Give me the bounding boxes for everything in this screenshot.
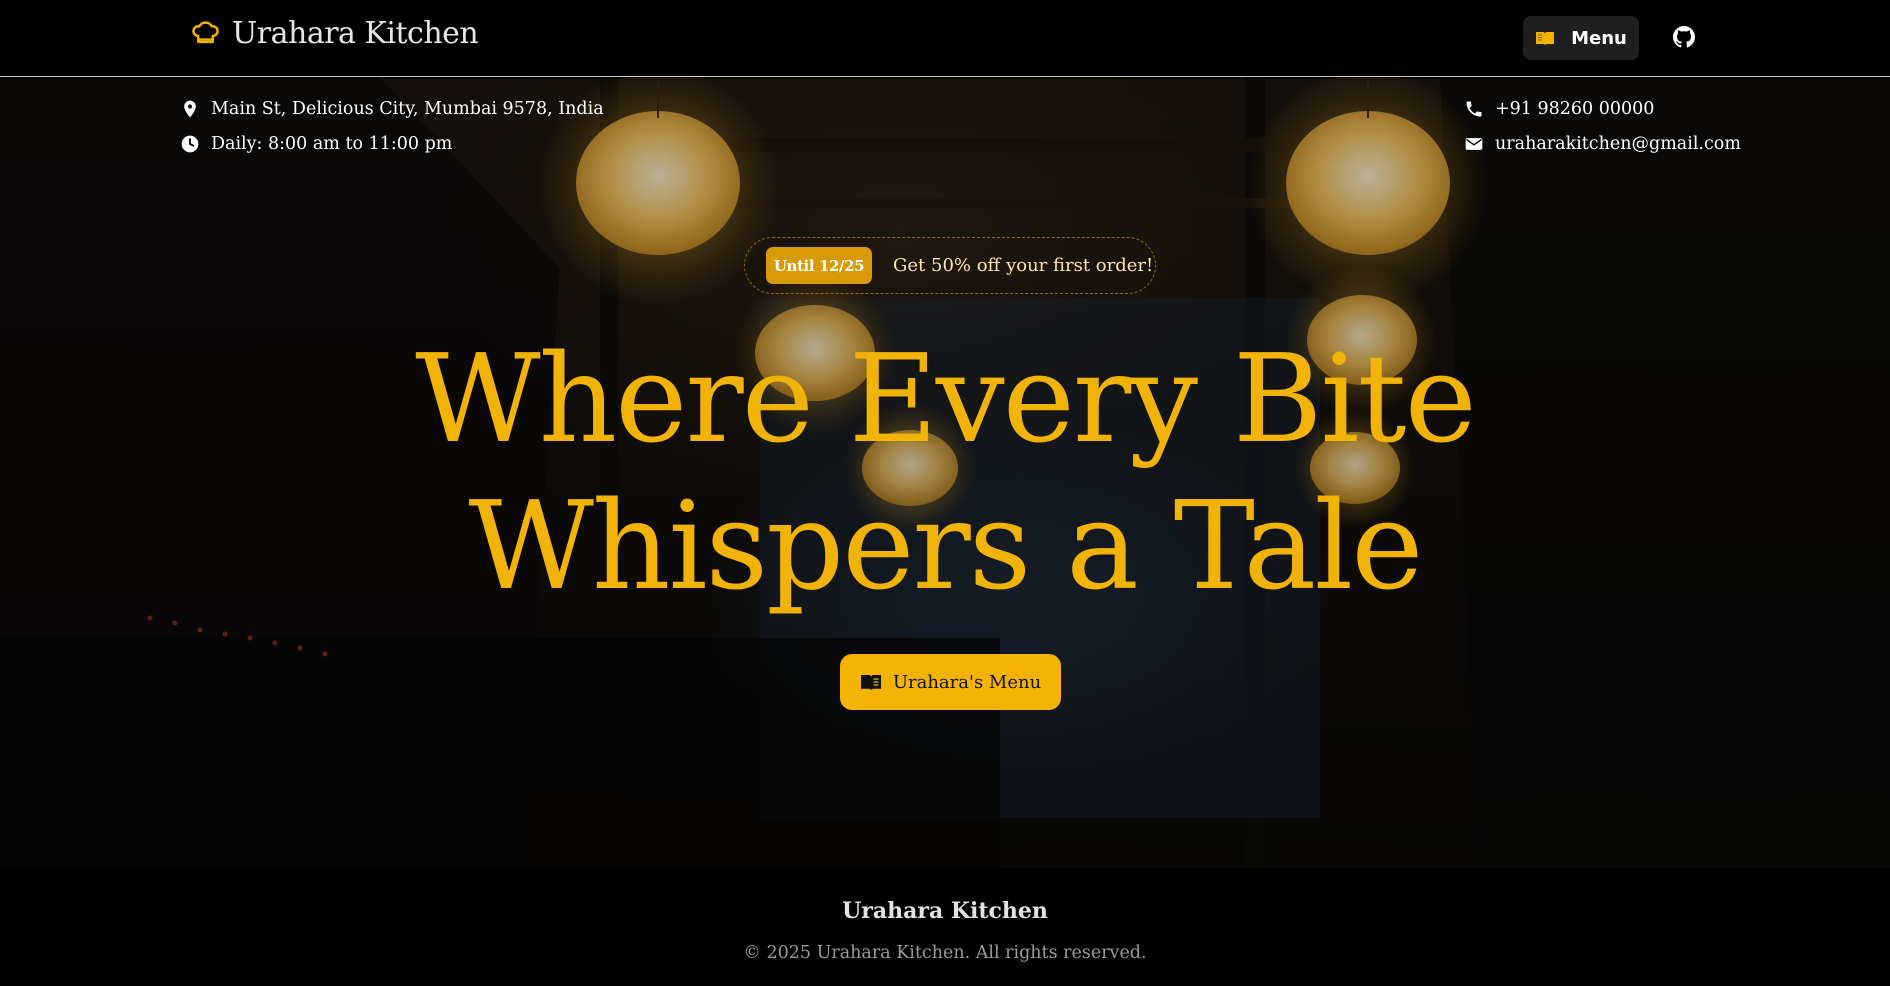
- menu-button-label: Menu: [1571, 27, 1627, 49]
- hours-text: Daily: 8:00 am to 11:00 pm: [211, 134, 453, 154]
- clock-icon: [180, 134, 200, 154]
- email-info[interactable]: uraharakitchen@gmail.com: [1464, 134, 1741, 154]
- promo-banner: Until 12/25 Get 50% off your first order…: [744, 237, 1156, 294]
- phone-info[interactable]: +91 98260 00000: [1464, 99, 1654, 119]
- phone-text: +91 98260 00000: [1495, 99, 1655, 119]
- email-text: uraharakitchen@gmail.com: [1495, 134, 1741, 154]
- urahara-menu-button[interactable]: Urahara's Menu: [840, 654, 1061, 710]
- book-open-icon: [860, 674, 882, 691]
- menu-button[interactable]: Menu: [1523, 16, 1639, 60]
- book-open-icon: [1535, 31, 1555, 46]
- chef-hat-icon: [191, 19, 220, 48]
- navbar: Urahara Kitchen Menu: [0, 0, 1890, 77]
- address-text: Main St, Delicious City, Mumbai 9578, In…: [211, 99, 604, 119]
- footer: Urahara Kitchen © 2025 Urahara Kitchen. …: [0, 868, 1890, 986]
- hero-headline-line1: Where Every Bite: [415, 328, 1477, 470]
- hero-headline-line2: Whispers a Tale: [468, 475, 1424, 617]
- location-pin-icon: [180, 99, 200, 119]
- footer-copyright: © 2025 Urahara Kitchen. All rights reser…: [743, 943, 1147, 963]
- envelope-icon: [1464, 134, 1484, 154]
- brand-logo[interactable]: Urahara Kitchen: [191, 16, 479, 51]
- hours-info: Daily: 8:00 am to 11:00 pm: [180, 134, 452, 154]
- promo-badge: Until 12/25: [766, 247, 872, 284]
- github-link[interactable]: [1673, 26, 1697, 50]
- phone-icon: [1464, 99, 1484, 119]
- footer-title: Urahara Kitchen: [842, 898, 1048, 924]
- hero-section: Main St, Delicious City, Mumbai 9578, In…: [0, 78, 1890, 868]
- urahara-menu-button-label: Urahara's Menu: [892, 671, 1042, 693]
- github-icon: [1673, 26, 1697, 48]
- promo-text: Get 50% off your first order!: [893, 255, 1154, 276]
- address-info: Main St, Delicious City, Mumbai 9578, In…: [180, 99, 604, 119]
- brand-name: Urahara Kitchen: [232, 16, 479, 51]
